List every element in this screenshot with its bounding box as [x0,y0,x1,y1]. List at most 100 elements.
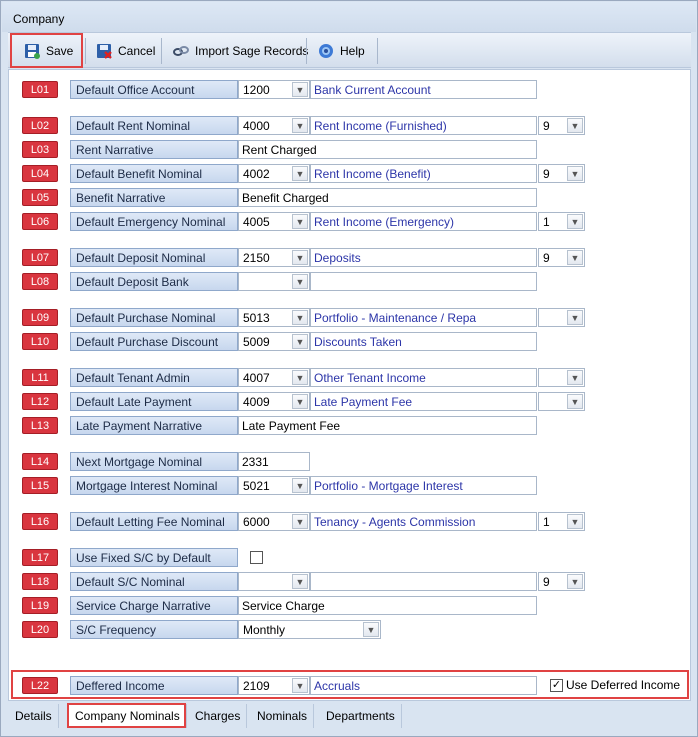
field-label: Default Rent Nominal [70,116,238,135]
nominal-combo[interactable]: 6000 ▼ [238,512,310,531]
nominal-description[interactable]: Tenancy - Agents Commission [310,512,537,531]
nominal-description[interactable]: Late Payment Fee [310,392,537,411]
nominal-description[interactable]: Bank Current Account [310,80,537,99]
tax-code-combo[interactable]: 1 ▼ [538,512,585,531]
narrative-input[interactable]: Late Payment Fee [238,416,537,435]
tab-nominals[interactable]: Nominals [251,704,315,728]
code-badge[interactable]: L12 [22,393,58,410]
tax-code-combo[interactable]: 9 ▼ [538,164,585,183]
tab-departments[interactable]: Departments [320,704,402,728]
toolbar: Save Cancel Import Sage Records Help [8,32,691,68]
code-badge[interactable]: L10 [22,333,58,350]
tax-code-combo[interactable]: 9 ▼ [538,572,585,591]
nominal-description[interactable]: Rent Income (Furnished) [310,116,537,135]
narrative-input[interactable]: Rent Charged [238,140,537,159]
tax-code-combo[interactable]: 9 ▼ [538,116,585,135]
chevron-down-icon[interactable]: ▼ [292,478,308,493]
chevron-down-icon[interactable]: ▼ [567,214,583,229]
chevron-down-icon[interactable]: ▼ [292,250,308,265]
nominal-combo[interactable]: 4002 ▼ [238,164,310,183]
code-badge[interactable]: L13 [22,417,58,434]
code-badge[interactable]: L06 [22,213,58,230]
nominal-description[interactable]: Rent Income (Benefit) [310,164,537,183]
nominal-combo[interactable]: 5013 ▼ [238,308,310,327]
nominal-description[interactable] [310,572,537,591]
nominal-combo[interactable]: 4009 ▼ [238,392,310,411]
code-badge[interactable]: L20 [22,621,58,638]
code-badge[interactable]: L04 [22,165,58,182]
chevron-down-icon[interactable]: ▼ [292,118,308,133]
use-fixed-sc-checkbox[interactable] [250,551,263,564]
code-badge[interactable]: L08 [22,273,58,290]
tax-code-combo[interactable]: ▼ [538,392,585,411]
narrative-input[interactable]: Benefit Charged [238,188,537,207]
tax-code-combo[interactable]: ▼ [538,368,585,387]
nominal-combo[interactable]: 4005 ▼ [238,212,310,231]
bank-description[interactable] [310,272,537,291]
nominal-combo[interactable]: 5021 ▼ [238,476,310,495]
chevron-down-icon[interactable]: ▼ [567,166,583,181]
code-badge[interactable]: L05 [22,189,58,206]
chevron-down-icon[interactable]: ▼ [567,118,583,133]
nominal-combo[interactable]: 4000 ▼ [238,116,310,135]
code-badge[interactable]: L19 [22,597,58,614]
save-highlight [10,33,83,68]
nominal-combo[interactable]: 4007 ▼ [238,368,310,387]
chevron-down-icon[interactable]: ▼ [292,394,308,409]
nominal-description[interactable]: Deposits [310,248,537,267]
chevron-down-icon[interactable]: ▼ [363,622,379,637]
help-button[interactable]: Help [310,36,373,66]
chevron-down-icon[interactable]: ▼ [292,166,308,181]
tax-code-combo[interactable]: 9 ▼ [538,248,585,267]
import-sage-records-button[interactable]: Import Sage Records [165,36,316,66]
field-label: Next Mortgage Nominal [70,452,238,471]
code-badge[interactable]: L15 [22,477,58,494]
chevron-down-icon[interactable]: ▼ [292,574,308,589]
code-badge[interactable]: L17 [22,549,58,566]
chevron-down-icon[interactable]: ▼ [292,370,308,385]
code-badge[interactable]: L11 [22,369,58,386]
chevron-down-icon[interactable]: ▼ [292,274,308,289]
nominal-combo[interactable]: 2150 ▼ [238,248,310,267]
toolbar-separator [377,38,378,64]
tab-details[interactable]: Details [9,704,59,728]
frequency-select[interactable]: Monthly ▼ [238,620,381,639]
next-mortgage-input[interactable]: 2331 [238,452,310,471]
chevron-down-icon[interactable]: ▼ [292,334,308,349]
code-badge[interactable]: L07 [22,249,58,266]
nominal-description[interactable]: Other Tenant Income [310,368,537,387]
chevron-down-icon[interactable]: ▼ [567,394,583,409]
code-badge[interactable]: L01 [22,81,58,98]
narrative-input[interactable]: Service Charge [238,596,537,615]
tax-code-combo[interactable]: 1 ▼ [538,212,585,231]
tax-code-combo[interactable]: ▼ [538,308,585,327]
nominal-combo[interactable]: 1200 ▼ [238,80,310,99]
row-l15: L15 Mortgage Interest Nominal 5021 ▼ Port… [9,476,692,496]
nominal-value: 4005 [243,214,270,229]
chevron-down-icon[interactable]: ▼ [567,310,583,325]
nominal-description[interactable]: Portfolio - Maintenance / Repa [310,308,537,327]
row-l13: L13 Late Payment Narrative Late Payment … [9,416,692,436]
nominal-combo[interactable]: ▼ [238,572,310,591]
chevron-down-icon[interactable]: ▼ [292,214,308,229]
nominal-combo[interactable]: 5009 ▼ [238,332,310,351]
cancel-button[interactable]: Cancel [88,36,163,66]
code-badge[interactable]: L16 [22,513,58,530]
chevron-down-icon[interactable]: ▼ [292,514,308,529]
chevron-down-icon[interactable]: ▼ [567,514,583,529]
code-badge[interactable]: L09 [22,309,58,326]
chevron-down-icon[interactable]: ▼ [292,82,308,97]
nominal-description[interactable]: Portfolio - Mortgage Interest [310,476,537,495]
nominal-description[interactable]: Discounts Taken [310,332,537,351]
code-badge[interactable]: L18 [22,573,58,590]
chevron-down-icon[interactable]: ▼ [567,370,583,385]
chevron-down-icon[interactable]: ▼ [567,250,583,265]
code-badge[interactable]: L02 [22,117,58,134]
nominal-description[interactable]: Rent Income (Emergency) [310,212,537,231]
tab-charges[interactable]: Charges [189,704,248,728]
code-badge[interactable]: L14 [22,453,58,470]
chevron-down-icon[interactable]: ▼ [292,310,308,325]
chevron-down-icon[interactable]: ▼ [567,574,583,589]
code-badge[interactable]: L03 [22,141,58,158]
bank-combo[interactable]: ▼ [238,272,310,291]
